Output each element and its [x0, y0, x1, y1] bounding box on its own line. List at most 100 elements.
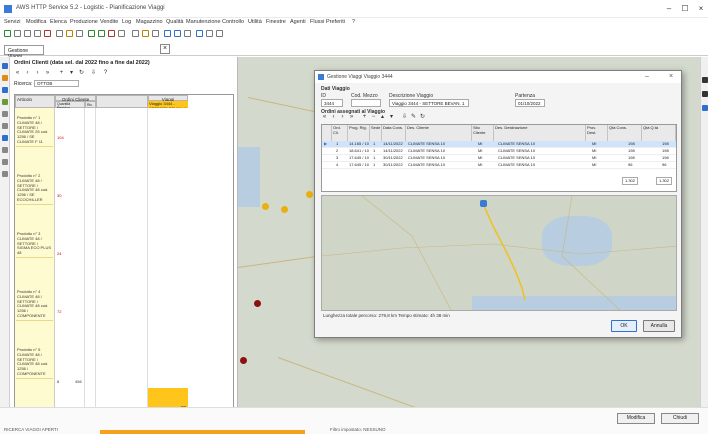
order-row-3[interactable]: Prodotto n° 3 CLIMATE 48 / SETTORE / SIG… — [16, 231, 53, 258]
menu-finestre[interactable]: Finestre — [266, 19, 286, 25]
table-row[interactable]: 2 18.641 / 10 1 14/11/2022 CLIMATE SENSA… — [322, 148, 676, 155]
copy-icon[interactable] — [66, 30, 73, 37]
zoom-out-icon[interactable] — [702, 91, 708, 97]
grid-header-ordcli[interactable]: Ord. Cli. — [332, 125, 348, 141]
calendar-icon[interactable] — [174, 30, 181, 37]
add-record-icon[interactable]: + — [58, 70, 65, 77]
menu-log[interactable]: Log — [122, 19, 131, 25]
settings-icon[interactable] — [206, 30, 213, 37]
grid-header-descliente[interactable]: Des. Cliente — [406, 125, 472, 141]
export-icon[interactable] — [152, 30, 159, 37]
info-record-icon[interactable]: ? — [102, 70, 109, 77]
people-icon[interactable] — [2, 135, 8, 141]
layers-icon[interactable] — [702, 105, 708, 111]
help-icon[interactable] — [216, 30, 223, 37]
map-pin-red[interactable] — [240, 357, 247, 364]
find-icon[interactable] — [118, 30, 125, 37]
menu-vendite[interactable]: Vendite — [100, 19, 118, 25]
filter-record-icon[interactable]: ▾ — [68, 70, 75, 77]
orders-icon[interactable] — [2, 75, 8, 81]
table-row[interactable]: ▶ 1 14.165 / 10 1 14/11/2022 CLIMATE SEN… — [322, 141, 676, 148]
menu-manutenzione[interactable]: Manutenzione — [186, 19, 221, 25]
order-row-2[interactable]: Prodotto n° 2 CLIMATE 48 / SETTORE / CLI… — [16, 173, 53, 205]
link-icon[interactable] — [2, 171, 8, 177]
grid-prev-icon[interactable]: ‹ — [330, 114, 337, 121]
menu-magazzino[interactable]: Magazzino — [136, 19, 163, 25]
cancel-button[interactable]: Annulla — [643, 320, 675, 332]
tab-close-icon[interactable]: × — [160, 44, 170, 54]
sort-icon[interactable] — [142, 30, 149, 37]
maximize-button[interactable]: ☐ — [678, 3, 692, 15]
grid-remove-icon[interactable]: − — [370, 114, 377, 121]
menu-servizi[interactable]: Servizi — [4, 19, 21, 25]
chiudi-button[interactable]: Chiudi — [661, 413, 699, 424]
menu-produzione[interactable]: Produzione — [70, 19, 98, 25]
menu-help[interactable]: ? — [352, 19, 355, 25]
tools-icon[interactable] — [2, 111, 8, 117]
menu-preferiti[interactable]: Preferiti — [326, 19, 345, 25]
menu-controllo[interactable]: Controllo — [222, 19, 244, 25]
grid-header-data[interactable]: Data Cons. — [382, 125, 406, 141]
table-row[interactable]: 4 17.645 / 10 1 30/11/2022 CLIMATE SENSA… — [322, 162, 676, 169]
grid-header-sede[interactable]: Sede — [370, 125, 382, 141]
table-row[interactable]: 3 17.645 / 10 1 30/11/2022 CLIMATE SENSA… — [322, 155, 676, 162]
mail-icon[interactable] — [164, 30, 171, 37]
refresh-record-icon[interactable]: ↻ — [78, 70, 85, 77]
header-ric[interactable]: Ric. — [85, 101, 96, 108]
header-qta-res[interactable]: Quantità Residua — [55, 101, 85, 109]
truck-icon[interactable] — [2, 87, 8, 93]
map-pin-yellow[interactable] — [306, 191, 313, 198]
grid-last-icon[interactable]: » — [348, 114, 355, 121]
report-icon[interactable] — [2, 147, 8, 153]
grid-refresh-icon[interactable]: ↻ — [419, 114, 426, 121]
prev-record-icon[interactable]: ‹ — [24, 70, 31, 77]
menu-utilita[interactable]: Utilità — [248, 19, 262, 25]
dialog-close-icon[interactable]: × — [669, 73, 673, 80]
menu-flussi[interactable]: Flussi — [310, 19, 324, 25]
grid-down-icon[interactable]: ▾ — [388, 114, 395, 121]
stop-icon[interactable] — [108, 30, 115, 37]
grid-header-qta[interactable]: Qtà Q.tà — [642, 125, 676, 141]
grid-header-prog[interactable]: Prog. Rig. — [348, 125, 370, 141]
archive-icon[interactable] — [2, 159, 8, 165]
map-pin-red[interactable] — [254, 300, 261, 307]
close-icon[interactable]: × — [694, 3, 708, 15]
grid-header-sito[interactable]: Sito Cliente — [472, 125, 494, 141]
ok-button[interactable]: OK — [611, 320, 637, 332]
zoom-in-icon[interactable] — [702, 77, 708, 83]
map-icon[interactable] — [2, 99, 8, 105]
new-icon[interactable] — [4, 30, 11, 37]
grid-first-icon[interactable]: « — [321, 114, 328, 121]
field-mezzo[interactable] — [351, 99, 381, 107]
grid-header-prov[interactable]: Prov. Dest. — [586, 125, 608, 141]
grid-next-icon[interactable]: › — [339, 114, 346, 121]
grid-header-desdest[interactable]: Des. Destinazione — [494, 125, 586, 141]
home-icon[interactable] — [2, 63, 8, 69]
grid-export-icon[interactable]: ⇩ — [401, 114, 408, 121]
header-articolo[interactable]: Articolo — [15, 95, 55, 108]
order-row-5[interactable]: Prodotto n° 5 CLIMATE 48 / SETTORE / CLI… — [16, 347, 53, 379]
menu-qualita[interactable]: Qualità — [166, 19, 183, 25]
delete-icon[interactable] — [44, 30, 51, 37]
map-pin-yellow[interactable] — [262, 203, 269, 210]
grid-header-qtacons[interactable]: Qtà Cons. — [608, 125, 642, 141]
route-map[interactable] — [321, 195, 677, 311]
tab-gestione-viaggi[interactable]: Gestione Viaggi — [4, 45, 44, 60]
cut-icon[interactable] — [56, 30, 63, 37]
first-record-icon[interactable]: « — [14, 70, 21, 77]
search-input[interactable]: OTTOB — [34, 80, 79, 87]
dialog-minimize-icon[interactable]: – — [645, 73, 649, 80]
map-pin-yellow[interactable] — [281, 206, 288, 213]
filter-icon[interactable] — [132, 30, 139, 37]
field-id[interactable]: 3444 — [321, 99, 343, 107]
last-record-icon[interactable]: » — [44, 70, 51, 77]
grid-up-icon[interactable]: ▴ — [379, 114, 386, 121]
minimize-button[interactable]: – — [662, 3, 676, 15]
open-icon[interactable] — [14, 30, 21, 37]
list-icon[interactable] — [2, 123, 8, 129]
grid-edit-icon[interactable]: ✎ — [410, 114, 417, 121]
field-descrizione[interactable]: Viaggio 3444 - SETTORE BEVAN. 1 — [389, 99, 469, 107]
route-start-pin[interactable] — [480, 200, 487, 207]
next-icon[interactable] — [98, 30, 105, 37]
menu-agenti[interactable]: Agenti — [290, 19, 306, 25]
